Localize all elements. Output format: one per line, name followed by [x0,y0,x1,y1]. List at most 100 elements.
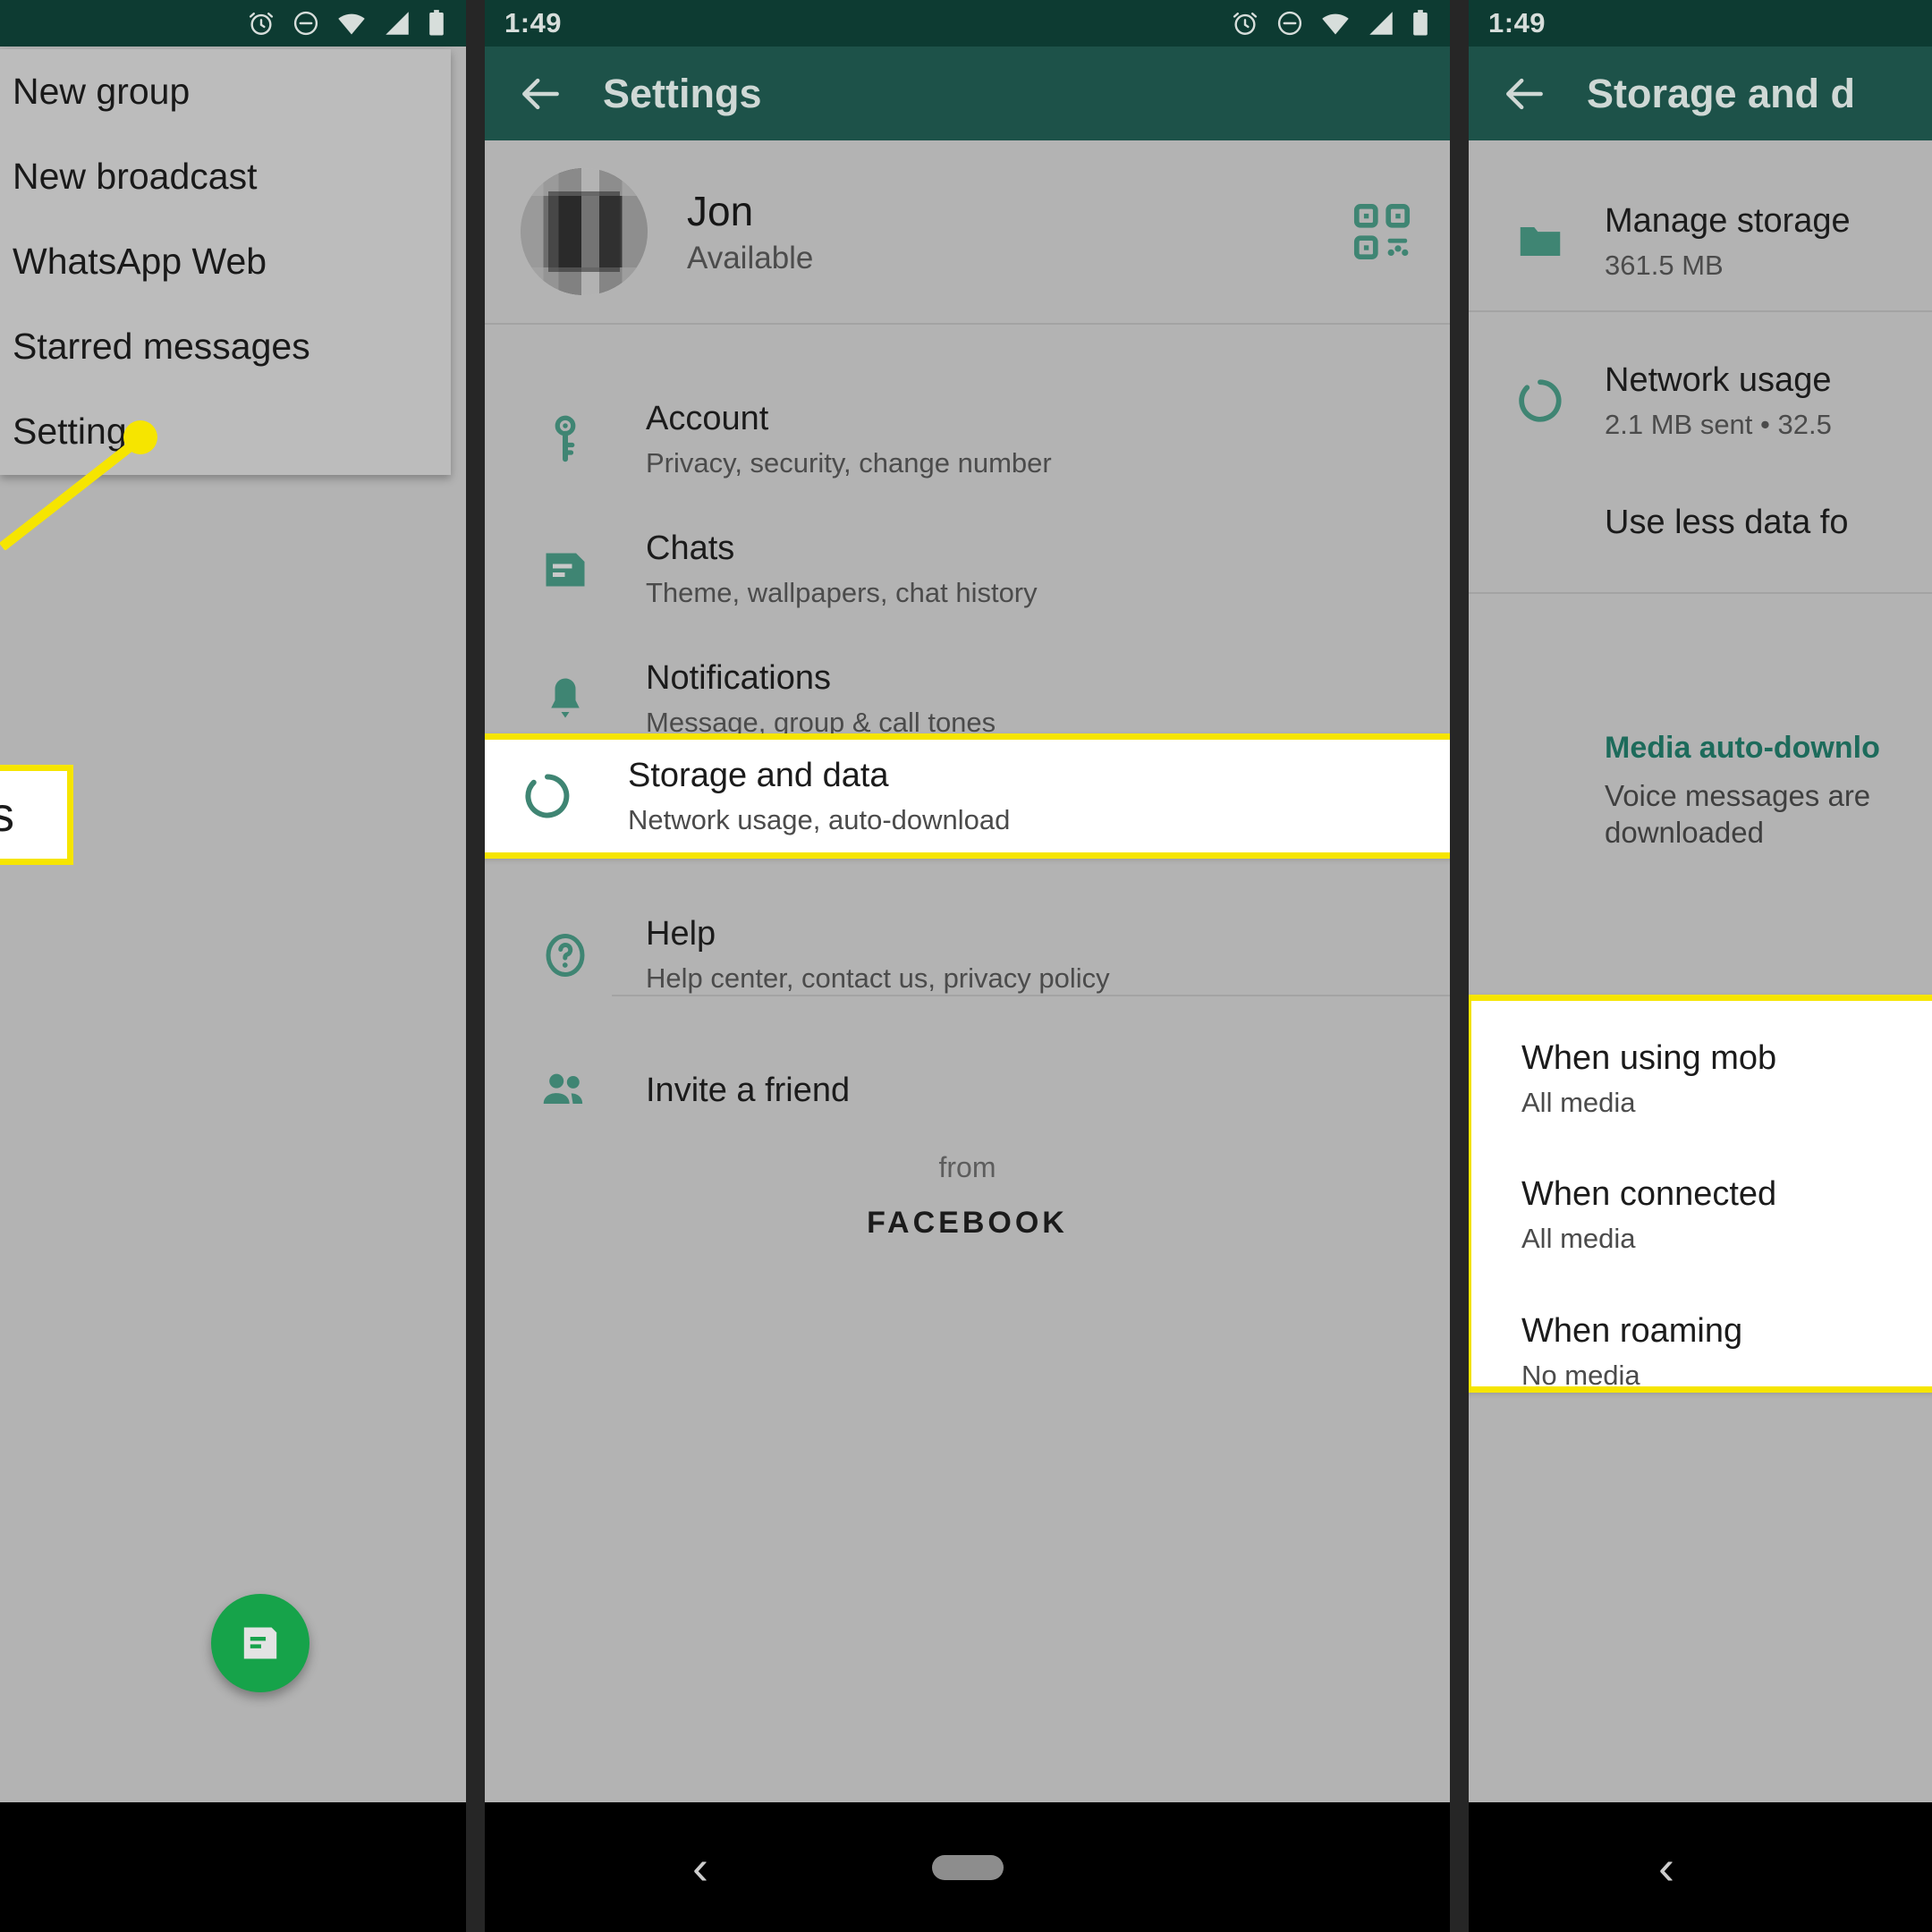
status-icons [1230,8,1430,38]
row-text: Manage storage 361.5 MB [1605,201,1851,282]
menu-item-new-group[interactable]: New group [0,49,451,134]
nav-back-button[interactable]: ‹ [1658,1843,1674,1892]
alarm-icon [1233,13,1258,35]
wifi-icon [1322,13,1349,35]
section-header: Media auto-downlo [1605,731,1880,765]
row-subtitle: Privacy, security, change number [646,447,1052,479]
menu-item-whatsapp-web[interactable]: WhatsApp Web [0,219,451,304]
status-icons [246,8,446,38]
row-title: Notifications [646,659,831,698]
key-icon [521,413,610,467]
row-title: Account [646,400,769,438]
profile-info: Jon Available [687,187,1350,276]
bell-icon [521,673,610,726]
annotation-callout-box: gs [0,765,73,865]
data-usage-icon [503,769,592,823]
menu-item-starred-messages[interactable]: Starred messages [0,304,451,389]
left-phone-panel: New group New broadcast WhatsApp Web Sta… [0,0,466,1932]
row-subtitle: 361.5 MB [1605,249,1724,281]
do-not-disturb-icon [293,11,318,36]
row-text: Help Help center, contact us, privacy po… [646,914,1110,995]
settings-row-storage-and-data-highlight[interactable]: Storage and data Network usage, auto-dow… [485,733,1450,859]
auto-download-row-mobile[interactable]: When using mob All media [1521,1038,1932,1119]
qr-code-glyph [1353,203,1411,260]
menu-item-settings[interactable]: Settings [0,389,451,474]
settings-row-help[interactable]: Help Help center, contact us, privacy po… [485,890,1450,1020]
chat-icon [521,543,610,597]
section-subtitle-line2: downloaded [1605,815,1764,849]
settings-row-invite-a-friend[interactable]: Invite a friend [485,1026,1450,1156]
row-text: Chats Theme, wallpapers, chat history [646,529,1038,609]
app-bar-settings: Settings [485,47,1450,140]
storage-row-use-less-data[interactable]: Use less data fo [1469,473,1932,572]
storage-and-data-phone-panel: 1:49 Storage and d Manage storage 361.5 … [1469,0,1932,1932]
storage-row-manage-storage[interactable]: Manage storage 361.5 MB [1469,174,1932,309]
android-nav-bar-left [0,1802,466,1932]
row-title: Manage storage [1605,201,1851,240]
profile-name: Jon [687,188,754,234]
row-title: Help [646,915,716,953]
battery-icon [1413,10,1428,36]
battery-icon [429,10,444,36]
storage-content: Manage storage 361.5 MB Network usage 2.… [1469,140,1932,1932]
row-title: When connected [1521,1175,1777,1214]
menu-label: WhatsApp Web [13,241,267,282]
row-text: Account Privacy, security, change number [646,399,1052,479]
status-bar-left [0,0,466,47]
auto-download-row-roaming[interactable]: When roaming No media [1521,1311,1932,1392]
annotation-callout-text: gs [0,787,14,843]
avatar[interactable] [521,168,648,295]
app-bar-storage-and-data: Storage and d [1469,47,1932,140]
nav-back-button[interactable]: ‹ [692,1843,708,1892]
row-subtitle: Network usage, auto-download [628,803,1011,835]
settings-row-account[interactable]: Account Privacy, security, change number [485,375,1450,504]
auto-download-options-highlight: When using mob All media When connected … [1469,995,1932,1393]
profile-row[interactable]: Jon Available [485,140,1450,323]
row-text: Use less data fo [1605,503,1848,542]
settings-row-chats[interactable]: Chats Theme, wallpapers, chat history [485,504,1450,634]
row-title: Network usage [1605,360,1832,399]
profile-status: Available [687,241,814,275]
overflow-menu: New group New broadcast WhatsApp Web Sta… [0,49,451,475]
divider [485,323,1450,325]
storage-row-network-usage[interactable]: Network usage 2.1 MB sent • 32.5 [1469,334,1932,468]
footer-from-facebook: from FACEBOOK [485,1151,1450,1241]
menu-item-new-broadcast[interactable]: New broadcast [0,134,451,219]
home-pill[interactable] [932,1854,1004,1880]
row-subtitle: All media [1521,1223,1636,1255]
divider [612,995,1450,996]
help-icon [521,928,610,982]
row-text: Notifications Message, group & call tone… [646,658,996,739]
section-subtitle: Voice messages are downloaded [1605,778,1932,852]
row-text: Invite a friend [646,1071,850,1110]
back-button[interactable] [506,69,574,119]
new-chat-icon [243,1627,277,1659]
row-title: Storage and data [628,756,889,794]
settings-phone-panel: 1:49 Settings Jon Available Account Priv… [485,0,1450,1932]
android-nav-bar-mid: ‹ [485,1802,1450,1932]
row-title: When using mob [1521,1039,1777,1077]
page-title: Storage and d [1587,70,1856,116]
media-auto-download-section: Media auto-downlo Voice messages are dow… [1605,731,1932,852]
android-nav-bar-right: ‹ [1469,1802,1932,1932]
row-subtitle: Theme, wallpapers, chat history [646,577,1038,609]
folder-icon [1497,216,1583,267]
qr-code-icon[interactable] [1350,199,1414,264]
auto-download-row-wifi[interactable]: When connected All media [1521,1174,1932,1255]
back-button[interactable] [1490,69,1558,119]
menu-label: New group [13,71,191,112]
row-title: Use less data fo [1605,503,1849,541]
row-title: When roaming [1521,1311,1743,1350]
screenshot-stage: New group New broadcast WhatsApp Web Sta… [0,0,1932,1932]
signal-icon [386,12,409,35]
row-text: Network usage 2.1 MB sent • 32.5 [1605,360,1832,441]
status-time: 1:49 [1488,7,1546,38]
from-label: from [938,1151,996,1183]
row-title: Chats [646,530,735,568]
wifi-icon [338,13,365,35]
menu-label: New broadcast [13,156,258,197]
new-chat-fab[interactable] [211,1594,309,1692]
row-subtitle: All media [1521,1087,1636,1119]
panel-divider [466,0,485,1932]
section-subtitle-line1: Voice messages are [1605,779,1871,812]
